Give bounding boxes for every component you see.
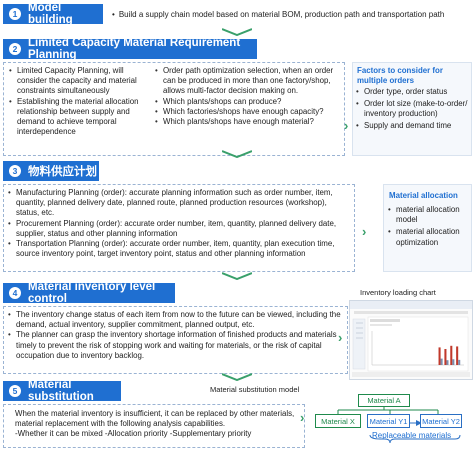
section-4-item: The planner can grasp the inventory shor… bbox=[8, 330, 344, 361]
material-y2-box: Material Y2 bbox=[420, 414, 462, 428]
section-5-text: When the material inventory is insuffici… bbox=[15, 409, 305, 440]
down-arrow-icon bbox=[222, 28, 252, 36]
section-3-list: Manufacturing Planning (order): accurate… bbox=[8, 188, 351, 259]
section-3-side-item: material allocation optimization bbox=[388, 227, 470, 247]
section-2-side-item: Order type, order status bbox=[356, 87, 470, 97]
inventory-chart-svg bbox=[350, 301, 472, 377]
section-3-item: Transportation Planning (order): accurat… bbox=[8, 239, 351, 259]
chevron-right-icon: › bbox=[362, 224, 367, 239]
section-1-desc-text: Build a supply chain model based on mate… bbox=[118, 10, 445, 19]
section-4-number: 4 bbox=[9, 287, 21, 299]
section-3-item: Manufacturing Planning (order): accurate… bbox=[8, 188, 351, 219]
section-3-header: 3 物料供应计划 bbox=[3, 161, 99, 181]
section-2-header: 2 Limited Capacity Material Requirement … bbox=[3, 37, 257, 61]
inventory-bar bbox=[438, 347, 441, 365]
section-2-right-item: Which plants/shops can produce? bbox=[155, 97, 340, 107]
section-2-title: Limited Capacity Material Requirement Pl… bbox=[28, 37, 241, 61]
chevron-right-icon: › bbox=[344, 118, 349, 133]
down-arrow-icon bbox=[222, 150, 252, 158]
section-4-item: The inventory change status of each item… bbox=[8, 310, 344, 330]
section-4-header: 4 Material inventory level control bbox=[3, 281, 175, 305]
inventory-bar bbox=[458, 359, 461, 365]
material-x-box: Material X bbox=[315, 414, 361, 428]
section-2-side-list: Order type, order status Order lot size … bbox=[356, 87, 470, 131]
inventory-bar bbox=[456, 346, 459, 365]
material-a-box: Material A bbox=[358, 394, 410, 407]
section-5-line: When the material inventory is insuffici… bbox=[15, 409, 295, 418]
section-1-title: Model building bbox=[28, 2, 73, 26]
section-2-right-list: Order path optimization selection, when … bbox=[155, 66, 340, 127]
inventory-bar bbox=[450, 345, 453, 365]
section-3-item: Procurement Planning (order): accurate o… bbox=[8, 219, 351, 239]
section-5-header: 5 Material substitution bbox=[3, 379, 121, 403]
section-1-description: • Build a supply chain model based on mat… bbox=[112, 10, 445, 19]
section-3-side-title: Material allocation bbox=[389, 191, 458, 200]
section-5-line: -Whether it can be mixed -Allocation pri… bbox=[15, 429, 252, 439]
inventory-chart-caption: Inventory loading chart bbox=[360, 288, 436, 297]
section-1-number: 1 bbox=[9, 8, 21, 20]
section-2-number: 2 bbox=[9, 43, 21, 55]
inventory-bar bbox=[452, 359, 455, 365]
section-4-title: Material inventory level control bbox=[28, 281, 156, 305]
chevron-right-icon: › bbox=[300, 410, 305, 425]
down-arrow-icon bbox=[222, 272, 252, 280]
section-2-right-item: Which plants/shops have enough material? bbox=[155, 117, 340, 127]
section-5-number: 5 bbox=[9, 385, 21, 397]
inventory-loading-chart bbox=[349, 300, 473, 380]
section-3-side-item: material allocation model bbox=[388, 205, 470, 225]
section-5-line: material replacement with the following … bbox=[15, 419, 226, 429]
inventory-bar bbox=[444, 349, 447, 365]
section-3-side-list: material allocation model material alloc… bbox=[388, 205, 470, 248]
section-2-left-list: Limited Capacity Planning, will consider… bbox=[9, 66, 149, 137]
section-2-side-title: Factors to consider for multiple orders bbox=[357, 66, 443, 85]
section-2-left-item: Limited Capacity Planning, will consider… bbox=[9, 66, 149, 97]
replaceable-materials-label: Replaceable materials bbox=[372, 431, 452, 440]
chevron-right-icon: › bbox=[338, 330, 343, 345]
inventory-bar bbox=[440, 358, 443, 365]
section-2-side-item: Supply and demand time bbox=[356, 121, 470, 131]
material-y1-box: Material Y1 bbox=[367, 414, 410, 428]
section-2-left-item: Establishing the material allocation rel… bbox=[9, 97, 149, 138]
substitution-model-caption: Material substitution model bbox=[210, 385, 300, 394]
down-arrow-icon bbox=[222, 373, 252, 381]
section-4-list: The inventory change status of each item… bbox=[8, 310, 344, 361]
inventory-bar bbox=[446, 360, 449, 365]
section-2-right-item: Order path optimization selection, when … bbox=[155, 66, 340, 97]
section-2-side-item: Order lot size (make-to-order/ inventory… bbox=[356, 99, 470, 119]
section-3-title: 物料供应计划 bbox=[28, 166, 97, 178]
section-1-header: 1 Model building bbox=[3, 2, 103, 26]
section-3-number: 3 bbox=[9, 165, 21, 177]
section-2-right-item: Which factories/shops have enough capaci… bbox=[155, 107, 340, 117]
section-5-title: Material substitution bbox=[28, 379, 94, 403]
